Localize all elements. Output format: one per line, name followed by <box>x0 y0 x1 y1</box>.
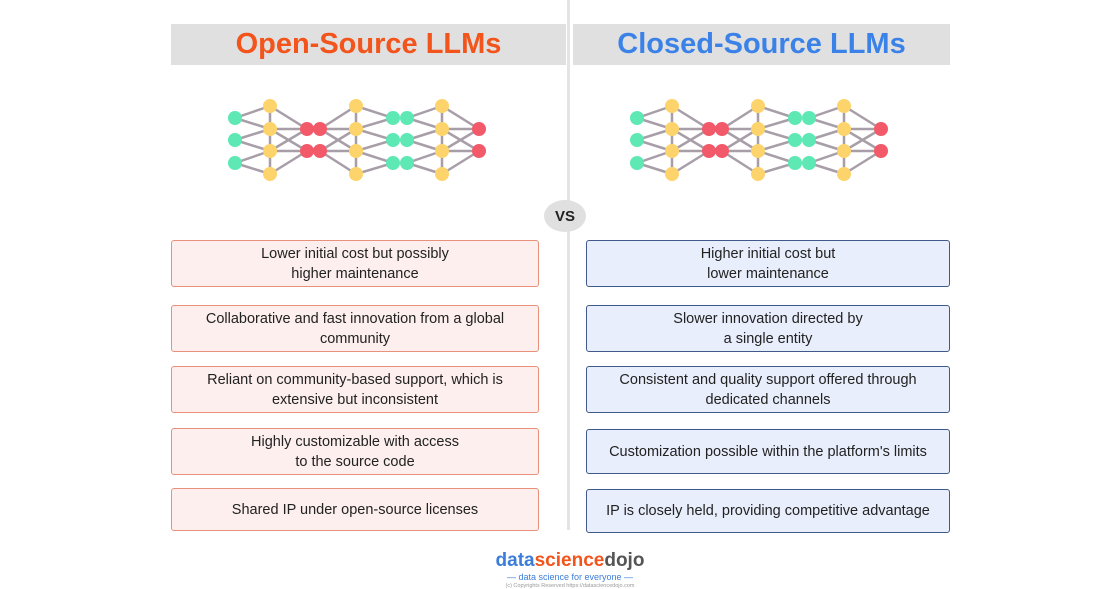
network-node <box>435 144 449 158</box>
network-node <box>751 99 765 113</box>
network-node <box>874 144 888 158</box>
network-node <box>874 122 888 136</box>
network-node <box>788 156 802 170</box>
network-node <box>630 156 644 170</box>
closed-source-point-card: Consistent and quality support offered t… <box>586 366 950 413</box>
open-source-point-card: Shared IP under open-source licenses <box>171 488 539 531</box>
network-node <box>400 133 414 147</box>
network-node <box>472 122 486 136</box>
logo-wordmark: datasciencedojo <box>480 550 660 572</box>
network-node <box>665 122 679 136</box>
network-node <box>630 111 644 125</box>
network-node <box>837 122 851 136</box>
network-node <box>751 167 765 181</box>
closed-source-point-card: Higher initial cost but lower maintenanc… <box>586 240 950 287</box>
brand-logo: datasciencedojo — data science for every… <box>480 550 660 589</box>
network-node <box>751 144 765 158</box>
network-node <box>349 144 363 158</box>
network-node <box>715 122 729 136</box>
point-text: Higher initial cost but lower maintenanc… <box>700 245 836 282</box>
center-divider <box>567 0 570 530</box>
network-node <box>313 122 327 136</box>
logo-tagline: — data science for everyone — <box>506 572 634 582</box>
point-text: Slower innovation directed by a single e… <box>673 310 863 347</box>
tagline-text: data science for everyone <box>518 572 622 582</box>
network-node <box>837 99 851 113</box>
closed-source-point-card: Customization possible within the platfo… <box>586 429 950 474</box>
network-node <box>788 133 802 147</box>
vs-badge: VS <box>544 200 586 232</box>
closed-source-header: Closed-Source LLMs <box>573 24 950 65</box>
network-node <box>665 99 679 113</box>
network-node <box>228 111 242 125</box>
open-source-point-card: Highly customizable with access to the s… <box>171 428 539 475</box>
open-source-point-card: Reliant on community-based support, whic… <box>171 366 539 413</box>
open-source-title: Open-Source LLMs <box>235 28 502 60</box>
logo-part-data: data <box>495 550 535 571</box>
closed-source-network-icon <box>630 99 888 181</box>
network-node <box>400 156 414 170</box>
point-text: IP is closely held, providing competitiv… <box>606 503 930 519</box>
network-node <box>715 144 729 158</box>
network-node <box>263 167 277 181</box>
point-text: Consistent and quality support offered t… <box>619 371 917 408</box>
network-node <box>472 144 486 158</box>
network-node <box>313 144 327 158</box>
open-source-point-card: Collaborative and fast innovation from a… <box>171 305 539 352</box>
network-node <box>788 111 802 125</box>
open-source-header: Open-Source LLMs <box>171 24 566 65</box>
vs-label: VS <box>554 207 575 225</box>
point-text: Customization possible within the platfo… <box>609 443 927 460</box>
point-text: Lower initial cost but possibly higher m… <box>261 245 449 282</box>
open-source-point-card: Lower initial cost but possibly higher m… <box>171 240 539 287</box>
closed-source-point-card: Slower innovation directed by a single e… <box>586 305 950 352</box>
point-text: Collaborative and fast innovation from a… <box>205 310 505 347</box>
network-node <box>386 133 400 147</box>
network-node <box>665 167 679 181</box>
network-node <box>702 122 716 136</box>
network-node <box>665 144 679 158</box>
network-node <box>386 156 400 170</box>
network-node <box>751 122 765 136</box>
network-node <box>263 122 277 136</box>
network-node <box>263 99 277 113</box>
network-node <box>349 122 363 136</box>
closed-source-title: Closed-Source LLMs <box>617 28 906 60</box>
network-node <box>802 133 816 147</box>
network-node <box>386 111 400 125</box>
network-node <box>802 156 816 170</box>
network-node <box>702 144 716 158</box>
open-source-network-icon <box>228 99 486 181</box>
logo-part-science: science <box>534 550 605 571</box>
point-text: Reliant on community-based support, whic… <box>207 371 503 408</box>
network-node <box>435 99 449 113</box>
point-text: Highly customizable with access to the s… <box>251 433 459 470</box>
network-node <box>435 122 449 136</box>
point-text: Shared IP under open-source licenses <box>231 501 479 518</box>
network-node <box>228 133 242 147</box>
network-node <box>630 133 644 147</box>
logo-part-dojo: dojo <box>604 550 645 571</box>
copyright-text: (c) Copyrights Reserved https://datascie… <box>505 583 635 589</box>
network-node <box>435 167 449 181</box>
network-node <box>300 122 314 136</box>
network-node <box>400 111 414 125</box>
closed-source-point-card: IP is closely held, providing competitiv… <box>586 489 950 533</box>
network-node <box>300 144 314 158</box>
network-node <box>837 144 851 158</box>
network-node <box>349 167 363 181</box>
network-node <box>349 99 363 113</box>
network-node <box>837 167 851 181</box>
network-node <box>802 111 816 125</box>
network-node <box>263 144 277 158</box>
network-node <box>228 156 242 170</box>
